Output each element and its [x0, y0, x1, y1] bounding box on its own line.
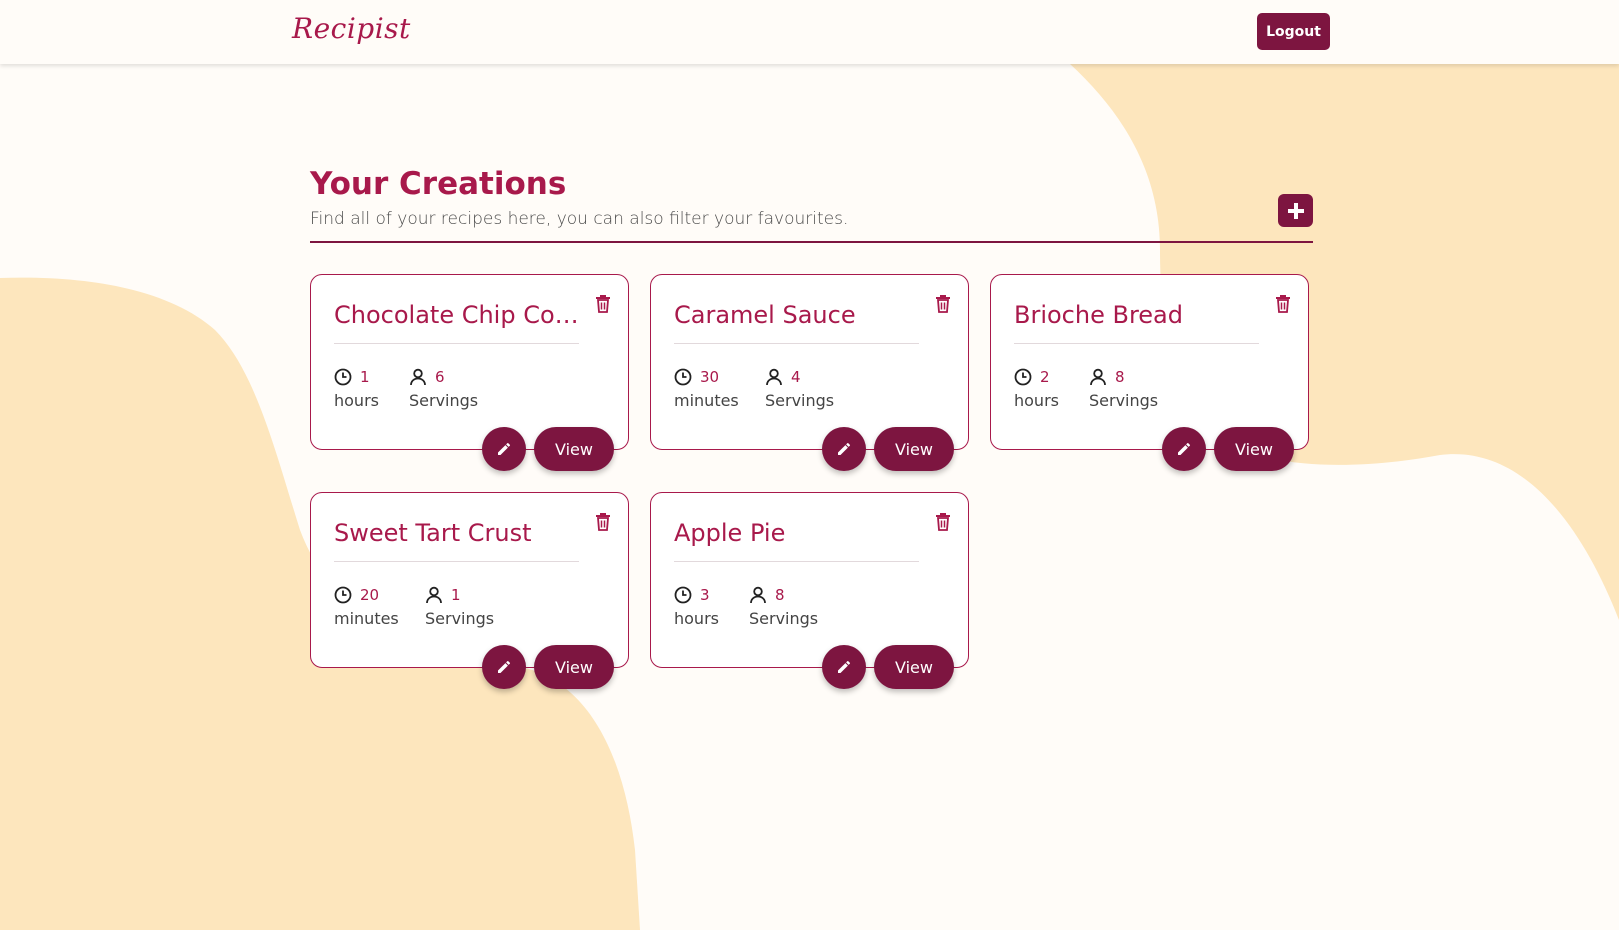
- view-recipe-button[interactable]: View: [874, 645, 954, 689]
- servings-value: 8: [775, 586, 785, 604]
- servings-label: Servings: [425, 609, 495, 628]
- person-icon: [766, 368, 782, 386]
- page-subtitle: Find all of your recipes here, you can a…: [310, 209, 849, 229]
- card-divider: [334, 343, 579, 344]
- pencil-icon: [498, 660, 511, 673]
- recipe-title: Apple Pie: [674, 519, 786, 547]
- edit-recipe-button[interactable]: [482, 645, 526, 689]
- page-title: Your Creations: [310, 166, 567, 202]
- clock-icon: [674, 586, 692, 604]
- time-value: 2: [1040, 368, 1050, 386]
- edit-recipe-button[interactable]: [822, 427, 866, 471]
- servings-value: 8: [1115, 368, 1125, 386]
- pencil-icon: [1178, 442, 1191, 455]
- card-divider: [1014, 343, 1259, 344]
- edit-recipe-button[interactable]: [822, 645, 866, 689]
- servings: 8 Servings: [1089, 367, 1158, 410]
- trash-icon[interactable]: [1274, 293, 1292, 313]
- person-icon: [750, 586, 766, 604]
- servings-value: 1: [451, 586, 461, 604]
- time-value: 3: [700, 586, 710, 604]
- view-recipe-button[interactable]: View: [874, 427, 954, 471]
- time-value: 30: [700, 368, 720, 386]
- background-blobs: [0, 64, 1619, 930]
- time-unit: hours: [674, 609, 719, 628]
- trash-icon[interactable]: [594, 511, 612, 531]
- pencil-icon: [838, 442, 851, 455]
- add-recipe-button[interactable]: [1278, 194, 1313, 227]
- recipe-card: Chocolate Chip Coo... 1 hours 6 Servings…: [310, 274, 629, 471]
- cook-time: 3 hours: [674, 585, 719, 628]
- cook-time: 30 minutes: [674, 367, 739, 410]
- time-value: 1: [360, 368, 370, 386]
- view-recipe-button[interactable]: View: [534, 645, 614, 689]
- recipe-title: Brioche Bread: [1014, 301, 1183, 329]
- view-recipe-button[interactable]: View: [1214, 427, 1294, 471]
- logout-button[interactable]: Logout: [1257, 13, 1330, 50]
- time-unit: hours: [334, 391, 379, 410]
- time-value: 20: [360, 586, 380, 604]
- servings: 4 Servings: [765, 367, 834, 410]
- trash-icon[interactable]: [594, 293, 612, 313]
- time-unit: hours: [1014, 391, 1059, 410]
- view-recipe-button[interactable]: View: [534, 427, 614, 471]
- cook-time: 1 hours: [334, 367, 379, 410]
- navbar: Recipist Logout: [0, 0, 1619, 64]
- edit-recipe-button[interactable]: [482, 427, 526, 471]
- time-unit: minutes: [674, 391, 739, 410]
- recipe-title: Sweet Tart Crust: [334, 519, 532, 547]
- person-icon: [426, 586, 442, 604]
- clock-icon: [674, 368, 692, 386]
- header-divider: [310, 241, 1313, 243]
- pencil-icon: [838, 660, 851, 673]
- app-logo[interactable]: Recipist: [292, 12, 411, 45]
- trash-icon[interactable]: [934, 511, 952, 531]
- card-divider: [674, 561, 919, 562]
- recipe-card: Brioche Bread 2 hours 8 Servings View: [990, 274, 1309, 471]
- recipe-card: Sweet Tart Crust 20 minutes 1 Servings V…: [310, 492, 629, 689]
- servings: 1 Servings: [425, 585, 494, 628]
- recipe-card: Caramel Sauce 30 minutes 4 Servings View: [650, 274, 969, 471]
- servings-label: Servings: [1089, 391, 1159, 410]
- cook-time: 2 hours: [1014, 367, 1059, 410]
- recipe-title: Chocolate Chip Coo...: [334, 301, 579, 329]
- recipe-title: Caramel Sauce: [674, 301, 856, 329]
- servings-label: Servings: [409, 391, 479, 410]
- servings-value: 6: [435, 368, 445, 386]
- cook-time: 20 minutes: [334, 585, 399, 628]
- recipe-card: Apple Pie 3 hours 8 Servings View: [650, 492, 969, 689]
- servings-value: 4: [791, 368, 801, 386]
- plus-icon: [1287, 202, 1304, 219]
- time-unit: minutes: [334, 609, 399, 628]
- servings: 8 Servings: [749, 585, 818, 628]
- pencil-icon: [498, 442, 511, 455]
- card-divider: [674, 343, 919, 344]
- person-icon: [1090, 368, 1106, 386]
- main-content: Your Creations Find all of your recipes …: [310, 160, 1313, 243]
- clock-icon: [334, 586, 352, 604]
- servings: 6 Servings: [409, 367, 478, 410]
- edit-recipe-button[interactable]: [1162, 427, 1206, 471]
- person-icon: [410, 368, 426, 386]
- card-divider: [334, 561, 579, 562]
- trash-icon[interactable]: [934, 293, 952, 313]
- clock-icon: [1014, 368, 1032, 386]
- servings-label: Servings: [765, 391, 835, 410]
- servings-label: Servings: [749, 609, 819, 628]
- clock-icon: [334, 368, 352, 386]
